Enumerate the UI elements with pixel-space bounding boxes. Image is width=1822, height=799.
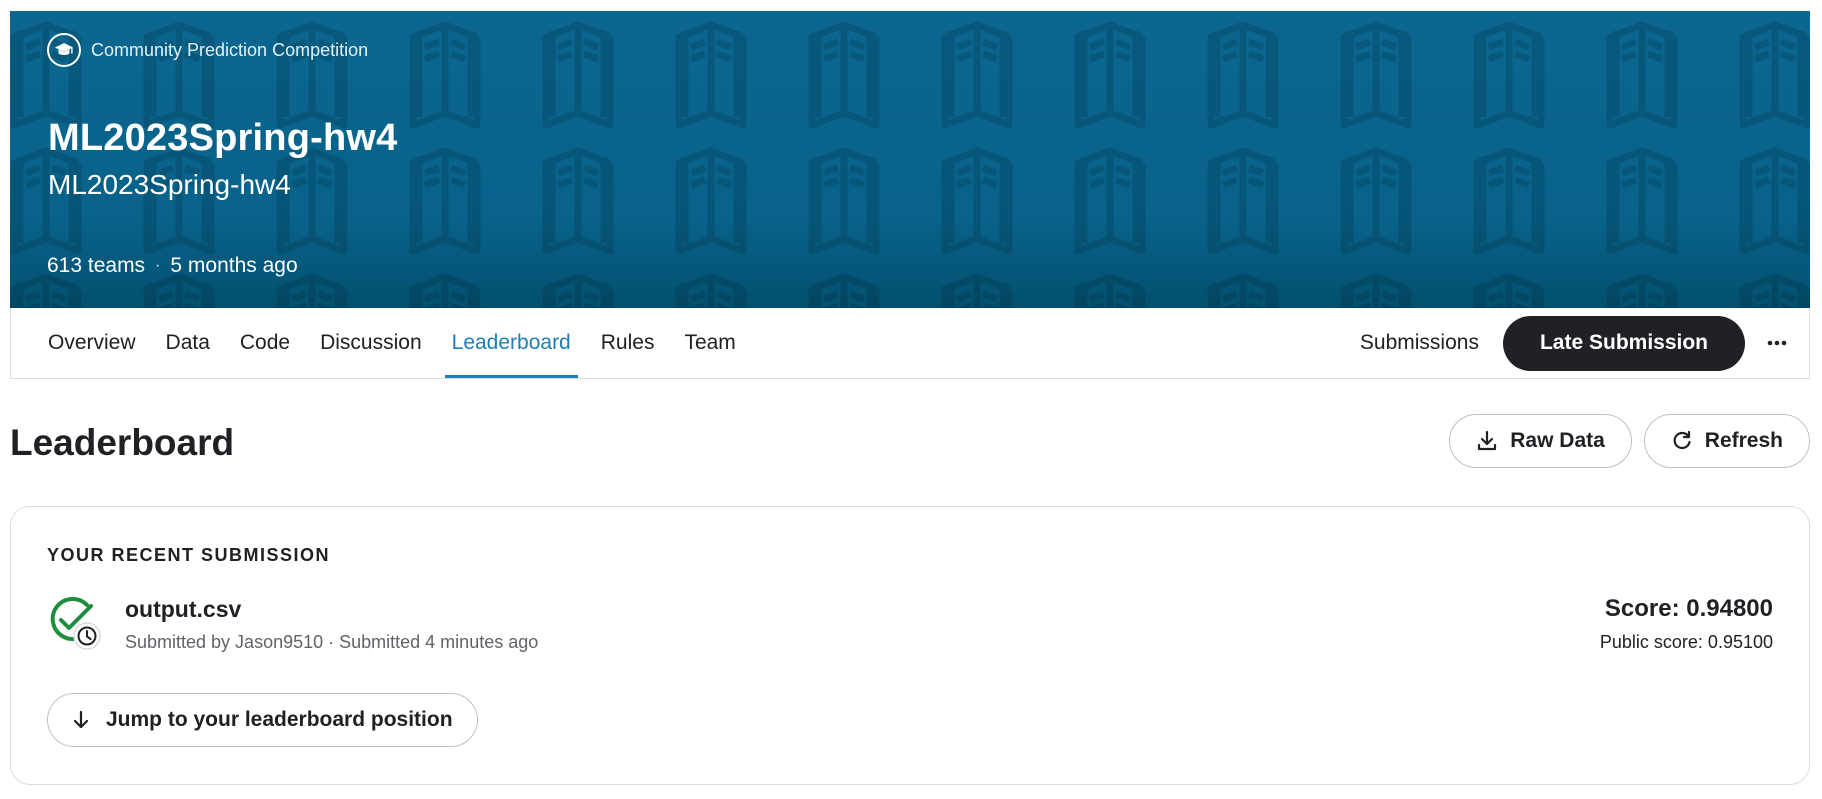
raw-data-button[interactable]: Raw Data <box>1449 414 1632 468</box>
tabbar-actions: Submissions Late Submission <box>1360 308 1809 378</box>
graduation-cap-icon <box>47 33 81 67</box>
tab-label: Code <box>239 331 291 354</box>
page-title: Leaderboard <box>10 422 235 463</box>
competition-banner: Community Prediction Competition ML2023S… <box>10 11 1810 308</box>
tab-label: Team <box>684 331 736 354</box>
tab-label: Overview <box>48 331 136 354</box>
late-submission-button[interactable]: Late Submission <box>1502 315 1745 371</box>
competition-meta: 613 teams · 5 months ago <box>47 254 298 278</box>
refresh-icon <box>1673 430 1691 450</box>
competition-age: 5 months ago <box>170 254 298 277</box>
refresh-button[interactable]: Refresh <box>1643 414 1810 468</box>
raw-data-label: Raw Data <box>1510 429 1605 452</box>
competition-title: ML2023Spring-hw4 <box>48 117 398 159</box>
jump-to-position-button[interactable]: Jump to your leaderboard position <box>47 693 478 747</box>
tab-discussion[interactable]: Discussion <box>313 308 429 378</box>
tab-team[interactable]: Team <box>677 308 742 378</box>
tab-rules[interactable]: Rules <box>594 308 662 378</box>
tab-overview[interactable]: Overview <box>41 308 143 378</box>
arrow-down-icon <box>73 710 89 729</box>
submission-file-name[interactable]: output.csv <box>125 596 241 623</box>
tab-list: Overview Data Code Discussion Leaderboar… <box>41 308 759 378</box>
submission-public-score: Public score: 0.95100 <box>1599 632 1773 652</box>
more-horizontal-icon <box>1767 340 1787 346</box>
recent-submission-card: YOUR RECENT SUBMISSION output.csv Submit… <box>10 506 1810 785</box>
refresh-label: Refresh <box>1704 429 1783 452</box>
submissions-link[interactable]: Submissions <box>1360 331 1479 355</box>
check-circle-clock-icon <box>50 597 101 650</box>
submission-score: Score: 0.94800 <box>1604 595 1773 622</box>
page: Community Prediction Competition ML2023S… <box>0 0 1822 799</box>
team-count: 613 teams <box>47 254 146 277</box>
leaderboard-actions: Raw Data Refresh <box>1449 414 1810 468</box>
recent-submission-heading: YOUR RECENT SUBMISSION <box>47 545 331 565</box>
tab-label: Data <box>165 331 210 354</box>
tab-label: Leaderboard <box>451 331 571 354</box>
jump-label: Jump to your leaderboard position <box>106 708 453 731</box>
tab-label: Rules <box>600 331 655 354</box>
more-options-button[interactable] <box>1749 316 1805 371</box>
competition-type: Community Prediction Competition <box>47 33 368 67</box>
tab-leaderboard[interactable]: Leaderboard <box>444 308 578 378</box>
tab-label: Discussion <box>320 331 422 354</box>
competition-type-label: Community Prediction Competition <box>91 39 369 60</box>
tab-data[interactable]: Data <box>159 308 217 378</box>
submission-meta: Submitted by Jason9510 · Submitted 4 min… <box>125 632 539 652</box>
download-icon <box>1478 430 1497 451</box>
competition-subtitle: ML2023Spring-hw4 <box>48 169 291 200</box>
tab-code[interactable]: Code <box>233 308 297 378</box>
meta-separator: · <box>155 257 161 274</box>
competition-tabbar: Overview Data Code Discussion Leaderboar… <box>10 308 1810 379</box>
